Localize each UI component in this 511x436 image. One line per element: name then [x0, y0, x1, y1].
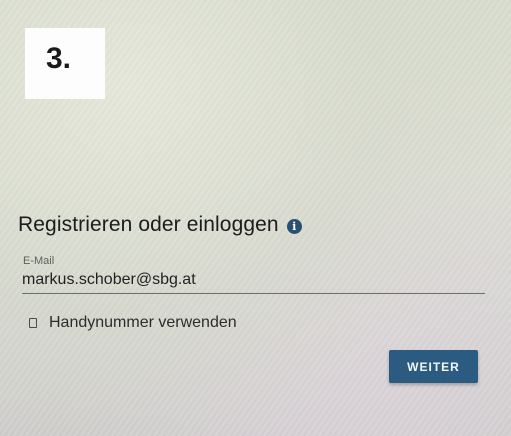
form-heading: Registrieren oder einloggen i — [18, 213, 302, 237]
email-input[interactable] — [22, 269, 482, 291]
email-field: E-Mail — [22, 255, 485, 295]
checkbox-icon[interactable] — [29, 318, 37, 328]
continue-button[interactable]: WEITER — [389, 350, 478, 383]
email-label: E-Mail — [23, 255, 55, 267]
step-label: 3. — [46, 42, 72, 75]
info-icon[interactable]: i — [286, 218, 302, 234]
step-marker: 3. — [25, 28, 105, 99]
phone-option-label[interactable]: Handynummer verwenden — [49, 314, 237, 332]
phone-option[interactable]: Handynummer verwenden — [29, 314, 237, 332]
email-underline — [22, 293, 485, 294]
heading-text: Registrieren oder einloggen — [18, 213, 279, 236]
